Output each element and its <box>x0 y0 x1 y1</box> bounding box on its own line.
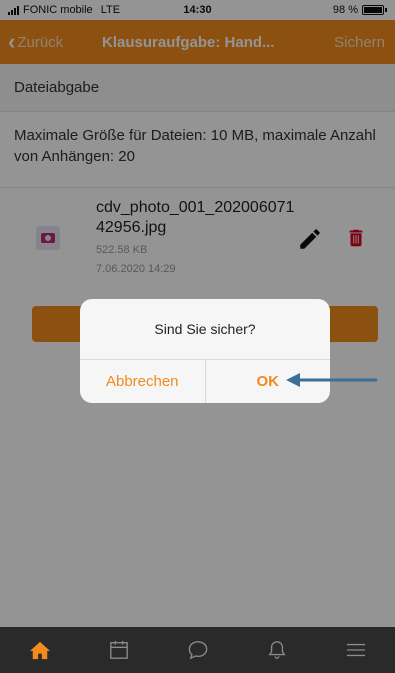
chat-icon <box>188 641 207 660</box>
calendar-icon <box>109 640 128 659</box>
tab-menu[interactable] <box>336 627 376 673</box>
tab-home[interactable] <box>20 627 60 673</box>
bell-icon <box>267 641 286 659</box>
home-icon <box>29 641 50 660</box>
annotation-arrow-icon <box>286 373 378 387</box>
menu-icon <box>346 643 365 657</box>
dialog-message: Sind Sie sicher? <box>154 321 256 337</box>
tab-chat[interactable] <box>178 627 218 673</box>
tab-notifications[interactable] <box>257 627 297 673</box>
tab-bar <box>0 627 395 673</box>
cancel-button[interactable]: Abbrechen <box>80 360 206 403</box>
tab-calendar[interactable] <box>99 627 139 673</box>
